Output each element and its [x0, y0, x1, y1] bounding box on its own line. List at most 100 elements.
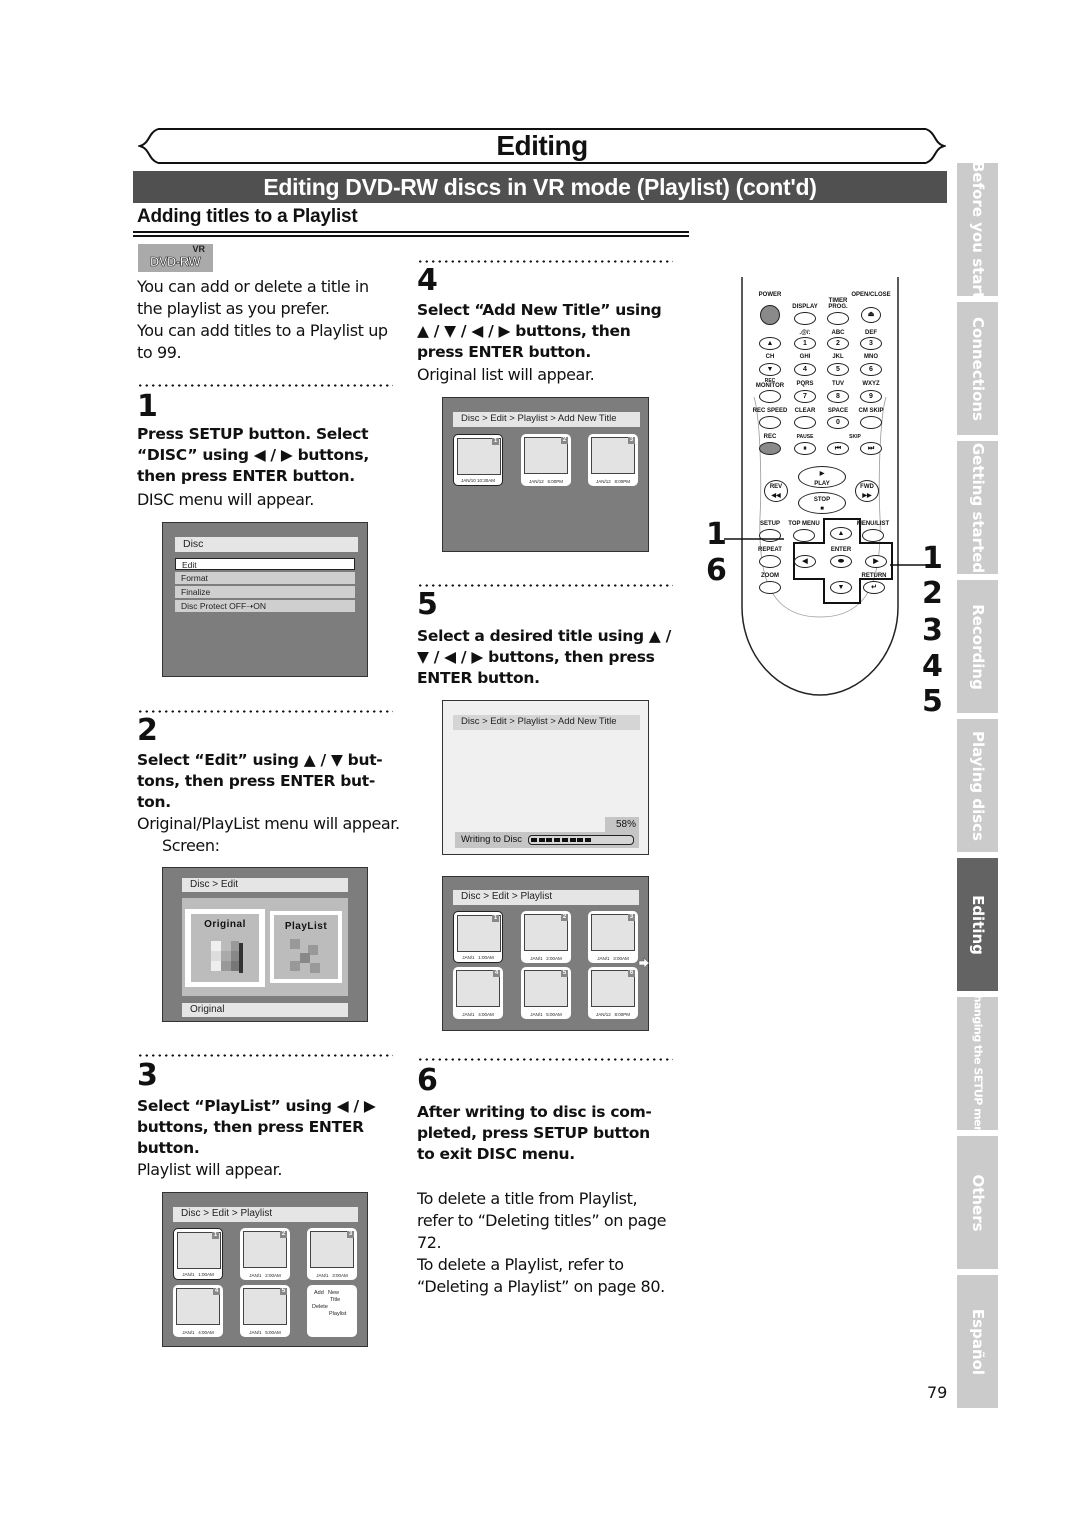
dpad-right-button[interactable]: ▶	[865, 555, 887, 568]
callout-step: 5	[922, 684, 943, 719]
action-title[interactable]: Title	[330, 1297, 340, 1303]
timer-prog-button[interactable]	[827, 312, 849, 325]
side-tab-setup-menu[interactable]: Changing the SETUP menu	[957, 997, 998, 1130]
title-thumbnail[interactable]: 1 JAN/1 1:00AM	[453, 911, 503, 963]
title-thumbnail[interactable]: 4 JAN/1 4:00AM	[173, 1285, 223, 1337]
play-button[interactable]: ▶ PLAY	[798, 466, 846, 488]
step-number: 6	[417, 1063, 438, 1098]
digit-4-button[interactable]: 4	[794, 363, 816, 376]
callout-step: 4	[922, 649, 943, 684]
side-tab-recording[interactable]: Recording	[957, 580, 998, 713]
enter-button[interactable]: ⬬	[830, 555, 852, 568]
rev-button[interactable]: REV ◀◀	[764, 480, 788, 502]
repeat-button[interactable]	[759, 555, 781, 568]
action-add[interactable]: Add	[314, 1290, 324, 1296]
step-number: 1	[137, 389, 158, 424]
side-tab-espanol[interactable]: Español	[957, 1275, 998, 1408]
title-thumbnail[interactable]: 4 JAN/1 4:00AM	[453, 967, 503, 1019]
title-thumbnail[interactable]: 1 JAN/10 10:30AM	[453, 434, 503, 486]
dpad-down-button[interactable]: ▼	[830, 581, 852, 594]
title-thumbnail[interactable]: 6 JAN/12 8:00PM	[588, 967, 638, 1019]
title-thumbnail[interactable]: 2 JAN/12 5:00PM	[521, 434, 571, 486]
instruction-line: tons, then press ENTER but-	[137, 772, 376, 790]
digit-5-button[interactable]: 5	[827, 363, 849, 376]
open-close-button[interactable]: ⏏	[861, 307, 881, 323]
rec-speed-button[interactable]	[759, 416, 781, 429]
disc-menu-screen: Disc Edit Format Finalize Disc Protect O…	[162, 522, 368, 677]
menu-item-format[interactable]: Format	[175, 572, 355, 584]
digit-1-button[interactable]: 1	[794, 337, 816, 350]
digit-2-button[interactable]: 2	[827, 337, 849, 350]
channel-up-button[interactable]: ▲	[759, 337, 781, 350]
progress-row: Writing to Disc	[455, 832, 639, 848]
digit-3-button[interactable]: 3	[860, 337, 882, 350]
digit-8-button[interactable]: 8	[827, 390, 849, 403]
menu-list-button[interactable]	[862, 529, 884, 542]
menu-list-label: MENU/LIST	[856, 521, 890, 527]
side-tab-before-you-start[interactable]: Before you start	[957, 163, 998, 296]
option-original[interactable]: Original	[185, 909, 265, 987]
skip-forward-button[interactable]: ⏭	[860, 442, 882, 455]
clear-button[interactable]	[794, 416, 816, 429]
rec-label: REC	[763, 434, 777, 440]
display-button[interactable]	[794, 312, 816, 325]
digit-0-button[interactable]: 0	[827, 416, 849, 429]
title-thumbnail[interactable]: 2 JAN/1 2:00AM	[521, 911, 571, 963]
side-tab-others[interactable]: Others	[957, 1136, 998, 1269]
menu-item-finalize[interactable]: Finalize	[175, 586, 355, 598]
rec-button[interactable]	[759, 442, 781, 455]
repeat-label: REPEAT	[758, 547, 782, 553]
step-divider	[137, 710, 393, 713]
zoom-button[interactable]	[759, 581, 781, 594]
power-button[interactable]	[760, 305, 780, 325]
title-thumbnail[interactable]: 5 JAN/1 5:00AM	[521, 967, 571, 1019]
top-menu-button[interactable]	[793, 529, 815, 542]
fwd-button[interactable]: FWD ▶▶	[855, 480, 879, 502]
title-thumbnail[interactable]: 2 JAN/1 2:00AM	[240, 1228, 290, 1280]
stop-button[interactable]: STOP ■	[798, 492, 846, 514]
step-instruction: Select “Edit” using ▲ / ▼ but- tons, the…	[137, 750, 399, 813]
skip-label: SKIP	[849, 434, 861, 440]
cm-skip-button[interactable]	[860, 416, 882, 429]
instruction-line: press ENTER button.	[417, 343, 591, 361]
title-thumbnail[interactable]: 5 JAN/1 5:00AM	[240, 1285, 290, 1337]
side-tab-getting-started[interactable]: Getting started	[957, 441, 998, 574]
side-tab-editing[interactable]: Editing	[957, 858, 998, 991]
rec-monitor-button[interactable]	[759, 390, 781, 403]
jkl-label: JKL	[832, 354, 844, 360]
badge-dvd-rw: DVD-RW	[150, 254, 201, 270]
digit-7-button[interactable]: 7	[794, 390, 816, 403]
action-new[interactable]: New	[328, 1290, 339, 1296]
return-button[interactable]: ↵	[863, 581, 885, 594]
pause-button[interactable]: ⏸	[794, 442, 816, 455]
menu-item-edit[interactable]: Edit	[175, 558, 355, 570]
option-playlist[interactable]: PlayList	[270, 911, 342, 983]
menu-item-disc-protect[interactable]: Disc Protect OFF➝ON	[175, 600, 355, 612]
digit-6-button[interactable]: 6	[860, 363, 882, 376]
callout-line-dpad	[890, 564, 926, 566]
next-page-arrow-icon[interactable]	[638, 957, 650, 969]
skip-back-button[interactable]: ⏮	[827, 442, 849, 455]
title-thumbnail[interactable]: 3 JAN/12 8:00PM	[588, 434, 638, 486]
dpad-left-button[interactable]: ◀	[794, 555, 816, 568]
digit-9-button[interactable]: 9	[860, 390, 882, 403]
dpad-up-button[interactable]: ▲	[830, 527, 852, 540]
title-thumbnail[interactable]: 3 JAN/1 3:00AM	[307, 1228, 357, 1280]
chapter-banner: Editing	[138, 127, 946, 165]
instruction-line: ▲ / ▼ / ◀ / ▶ buttons, then	[417, 322, 631, 340]
action-delete[interactable]: Delete	[312, 1304, 328, 1310]
pause-label: PAUSE	[796, 434, 814, 440]
abc-label: ABC	[831, 330, 845, 336]
callout-step: 2	[922, 576, 943, 611]
side-tab-playing-discs[interactable]: Playing discs	[957, 719, 998, 852]
side-tab-connections[interactable]: Connections	[957, 302, 998, 435]
progress-bar	[528, 835, 634, 845]
title-thumbnail[interactable]: 1 JAN/1 1:00AM	[173, 1228, 223, 1280]
step-instruction: After writing to disc is com- pleted, pr…	[417, 1102, 679, 1165]
callout-line-setup	[724, 538, 784, 540]
intro-line: the playlist as you prefer.	[137, 299, 330, 318]
action-playlist[interactable]: Playlist	[329, 1311, 346, 1317]
progress-segment	[546, 838, 553, 842]
title-thumbnail[interactable]: 3 JAN/1 3:00AM	[588, 911, 638, 963]
channel-down-button[interactable]: ▼	[759, 363, 781, 376]
